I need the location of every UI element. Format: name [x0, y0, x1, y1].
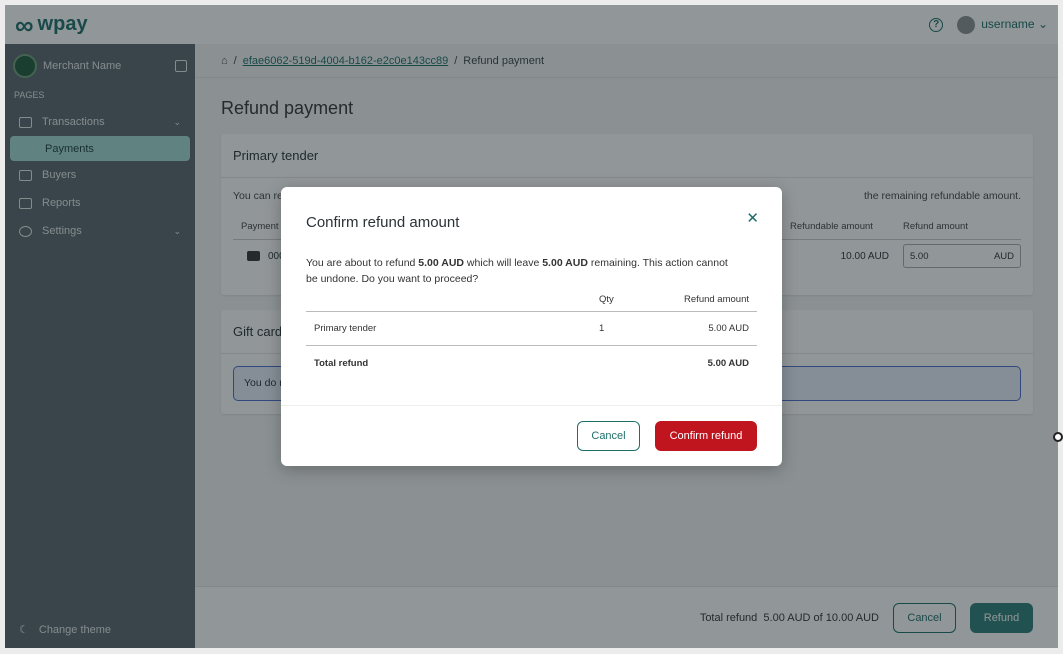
cursor-icon — [1053, 432, 1063, 442]
dialog-title: Confirm refund amount — [306, 214, 460, 231]
table-header: Qty Refund amount — [306, 288, 757, 312]
confirm-refund-button[interactable]: Confirm refund — [655, 421, 757, 451]
dialog-footer: Cancel Confirm refund — [281, 405, 782, 466]
refund-summary-table: Qty Refund amount Primary tender 1 5.00 AUD… — [306, 288, 757, 380]
dialog-message: You are about to refund 5.00 AUD which w… — [306, 257, 728, 285]
total-row: Total refund 5.00 AUD — [314, 357, 749, 369]
dialog-cancel-button[interactable]: Cancel — [577, 421, 640, 451]
table-row: Primary tender 1 5.00 AUD — [306, 312, 757, 346]
confirm-refund-dialog: Confirm refund amount ✕ You are about to… — [281, 187, 782, 466]
close-icon[interactable]: ✕ — [746, 209, 759, 227]
